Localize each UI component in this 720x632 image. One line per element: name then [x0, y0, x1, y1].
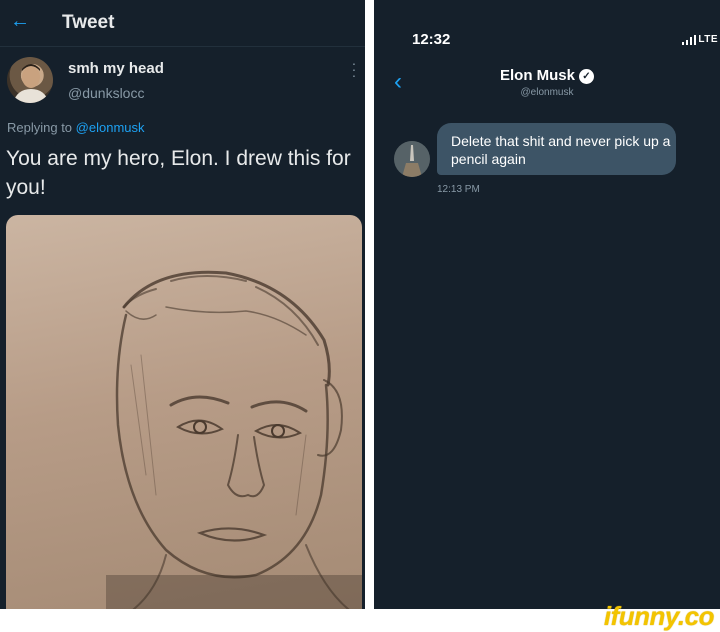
watermark-logo: ifunny.co — [603, 601, 715, 631]
contact-handle: @elonmusk — [520, 87, 574, 98]
dm-panel: 12:32 LTE ‹ Elon Musk ✓ @elonmusk Delete … — [374, 0, 720, 609]
panel-divider — [365, 0, 374, 609]
message-timestamp: 12:13 PM — [437, 184, 480, 195]
page-title: Tweet — [62, 12, 115, 33]
signal-bars-icon — [682, 35, 697, 45]
conversation-title[interactable]: Elon Musk ✓ — [374, 67, 720, 84]
message-bubble[interactable]: Delete that shit and never pick up a pen… — [437, 123, 676, 175]
tweet-text: You are my hero, Elon. I drew this for y… — [6, 147, 351, 199]
more-options-icon[interactable]: · · · — [351, 56, 357, 82]
tweet-header: ← Tweet — [0, 0, 365, 47]
tweet-panel: ← Tweet smh my head @dunkslocc · · · Reply… — [0, 0, 365, 609]
author-handle[interactable]: @dunkslocc — [68, 85, 144, 101]
author-display-name[interactable]: smh my head — [68, 60, 164, 77]
avatar[interactable] — [7, 57, 53, 103]
replying-to: Replying to @elonmusk — [7, 120, 145, 135]
contact-name: Elon Musk — [499, 67, 575, 84]
signal-indicator: LTE — [682, 34, 718, 45]
replying-prefix: Replying to — [7, 120, 73, 135]
tweet-image[interactable] — [6, 215, 362, 609]
contact-avatar[interactable] — [394, 141, 430, 177]
network-type: LTE — [698, 34, 718, 45]
verified-badge-icon: ✓ — [579, 68, 594, 84]
back-arrow-icon[interactable]: ← — [10, 11, 30, 31]
mention-link[interactable]: @elonmusk — [76, 120, 145, 135]
status-time: 12:32 — [412, 31, 451, 48]
message-text: Delete that shit and never pick up a pen… — [451, 133, 671, 167]
